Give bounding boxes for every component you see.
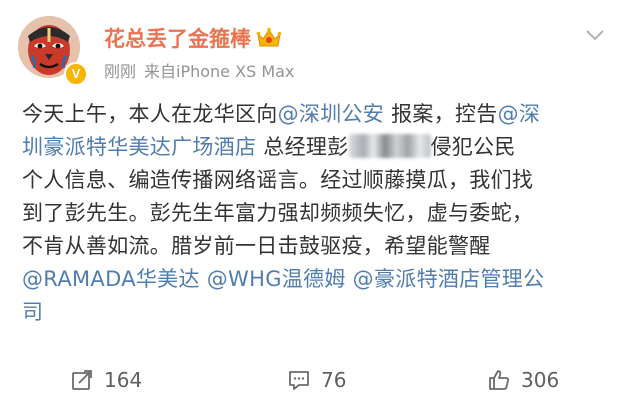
content-text: 今天上午，本人在龙华区向: [22, 102, 278, 126]
content-text: 侵犯公民: [430, 135, 516, 159]
post-content: 今天上午，本人在龙华区向@深圳公安 报案，控告@深 圳豪派特华美达广场酒店 总经…: [22, 98, 612, 329]
username[interactable]: 花总丢了金箍棒: [104, 23, 251, 53]
content-line: 圳豪派特华美达广场酒店 总经理彭 侵犯公民: [22, 131, 612, 164]
crown-icon: [256, 27, 282, 47]
verified-badge: V: [64, 62, 88, 86]
redacted-name-blur: [348, 134, 431, 158]
mention-link[interactable]: @深圳公安: [278, 102, 385, 126]
mention-link[interactable]: 圳豪派特华美达广场酒店: [22, 135, 256, 159]
like-button[interactable]: 306: [487, 368, 559, 392]
mention-link[interactable]: @深: [498, 102, 541, 126]
thumbs-up-icon: [489, 370, 509, 390]
content-line: 不肯从善如流。腊岁前一日击鼓驱疫，希望能警醒: [22, 234, 491, 258]
content-text: 总经理彭: [256, 135, 349, 159]
repost-icon: [72, 370, 92, 390]
comment-button[interactable]: 76: [287, 368, 346, 392]
content-line: 到了彭先生。彭先生年富力强却频频失忆，虚与委蛇，: [22, 201, 534, 225]
content-text: 报案，控告: [384, 102, 498, 126]
content-line: 个人信息、编造传播网络谣言。经过顺藤摸瓜，我们找: [22, 168, 534, 192]
weibo-post: V 花总丢了金箍棒 刚刚 来自iPhone XS Max 今天上午，本人在龙华区…: [0, 0, 621, 400]
like-count: 306: [521, 368, 560, 392]
repost-button[interactable]: 164: [70, 368, 142, 392]
chevron-down-icon[interactable]: [585, 28, 605, 42]
content-line: 司: [22, 296, 612, 329]
comment-count: 76: [321, 368, 347, 392]
content-line: 今天上午，本人在龙华区向@深圳公安 报案，控告@深: [22, 98, 612, 131]
content-line: @RAMADA华美达 @WHG温德姆 @豪派特酒店管理公: [22, 263, 612, 296]
action-bar: 164 76 306: [0, 362, 621, 400]
repost-count: 164: [104, 368, 143, 392]
mention-link[interactable]: @RAMADA华美达: [22, 267, 200, 291]
mention-link[interactable]: @WHG温德姆: [207, 267, 346, 291]
post-meta: 刚刚 来自iPhone XS Max: [104, 58, 294, 82]
mention-link[interactable]: 司: [22, 300, 43, 324]
username-row: 花总丢了金箍棒: [104, 22, 282, 54]
mention-link[interactable]: @豪派特酒店管理公: [353, 267, 545, 291]
post-time: 刚刚: [104, 62, 137, 81]
comment-icon: [289, 371, 309, 390]
post-source: 来自iPhone XS Max: [144, 62, 295, 81]
